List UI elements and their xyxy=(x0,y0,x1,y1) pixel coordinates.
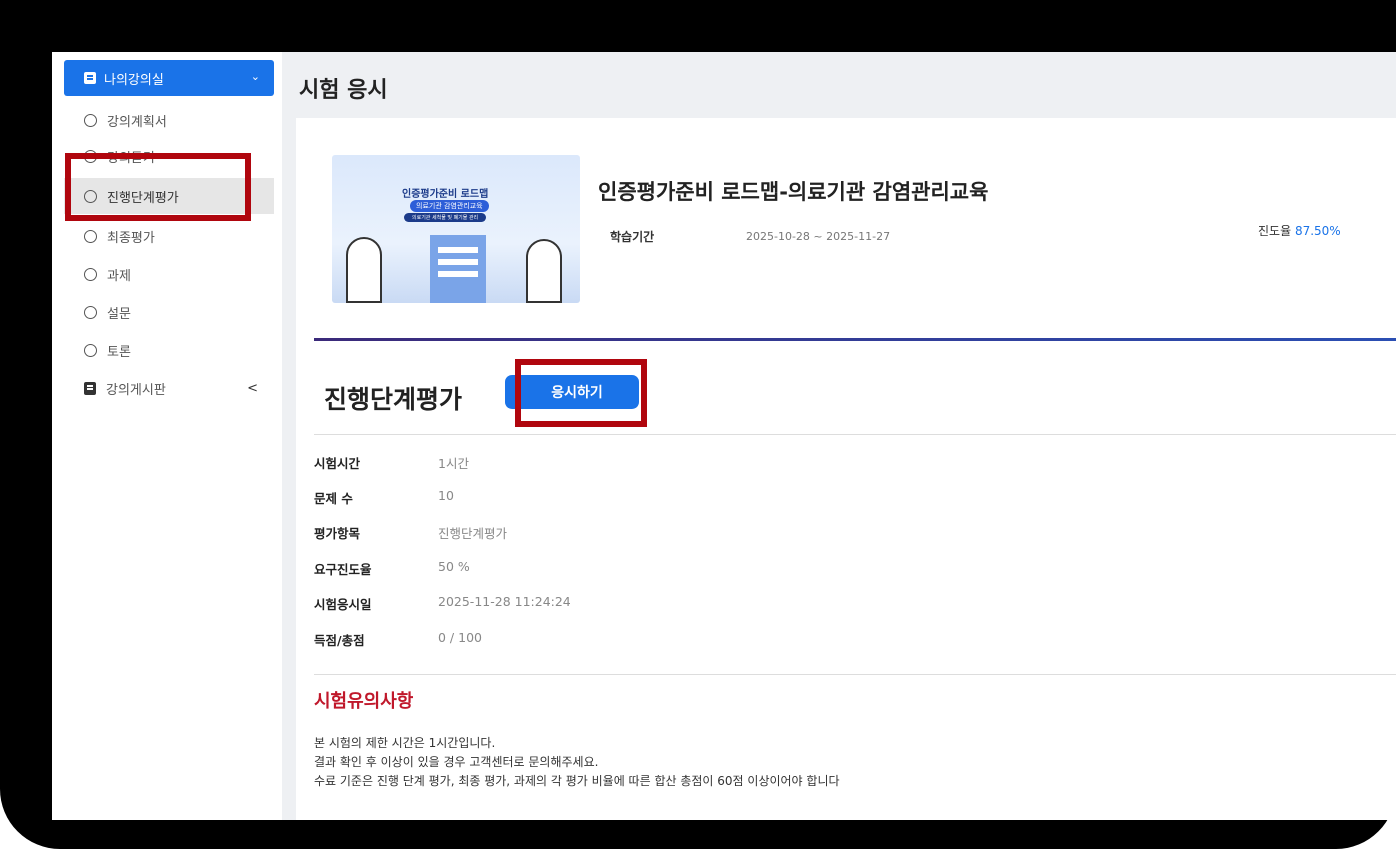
progress-value: 87.50% xyxy=(1294,224,1341,238)
screen: 나의강의실 ⌄ 강의계획서 강의듣기 진행단계평가 최종평가 과제 설문 토론 … xyxy=(52,52,1396,820)
thumbnail-subtitle: 의료기관 감염관리교육 xyxy=(410,200,489,212)
info-value: 2025-11-28 11:24:24 xyxy=(438,594,571,609)
main-panel: 인증평가준비 로드맵 의료기관 감염관리교육 의료기관 세척물 및 폐기물 관리… xyxy=(296,118,1396,820)
sidebar-item-discussion[interactable]: 토론 xyxy=(64,332,274,368)
sidebar-item-assignment[interactable]: 과제 xyxy=(64,256,274,292)
study-period-value: 2025-10-28 ~ 2025-11-27 xyxy=(746,230,891,243)
sidebar-item-survey[interactable]: 설문 xyxy=(64,294,274,330)
study-period-label: 학습기간 xyxy=(610,230,655,244)
sidebar-item-syllabus[interactable]: 강의계획서 xyxy=(64,102,274,138)
device-frame: 나의강의실 ⌄ 강의계획서 강의듣기 진행단계평가 최종평가 과제 설문 토론 … xyxy=(0,0,1396,849)
highlight-box-apply xyxy=(515,359,647,427)
info-key: 문제 수 xyxy=(314,491,353,506)
highlight-box-sidebar xyxy=(65,153,251,221)
course-thumbnail: 인증평가준비 로드맵 의료기관 감염관리교육 의료기관 세척물 및 폐기물 관리 xyxy=(332,155,580,303)
board-icon xyxy=(84,381,96,395)
sidebar-header-my-classroom[interactable]: 나의강의실 ⌄ xyxy=(64,60,274,96)
circle-icon xyxy=(84,305,97,319)
divider xyxy=(314,434,1396,435)
notice-title: 시험유의사항 xyxy=(314,691,414,712)
info-value: 50 % xyxy=(438,559,470,574)
info-row-exam-date: 시험응시일 2025-11-28 11:24:24 xyxy=(314,594,571,613)
sidebar-header-label: 나의강의실 xyxy=(104,72,164,88)
info-row-exam-time: 시험시간 1시간 xyxy=(314,453,469,472)
info-key: 요구진도율 xyxy=(314,562,372,577)
thumbnail-caption: 의료기관 세척물 및 폐기물 관리 xyxy=(404,213,487,222)
info-value: 0 / 100 xyxy=(438,630,482,645)
sidebar-item-label: 토론 xyxy=(107,344,131,360)
thumbnail-title: 인증평가준비 로드맵 xyxy=(402,189,489,200)
info-key: 득점/총점 xyxy=(314,633,365,648)
progress-rate: 진도율 87.50% xyxy=(1258,222,1341,239)
sidebar-item-board[interactable]: 강의게시판 < xyxy=(64,370,274,406)
info-row-required-progress: 요구진도율 50 % xyxy=(314,559,470,578)
sidebar-item-label: 강의게시판 xyxy=(106,382,166,398)
info-key: 평가항목 xyxy=(314,526,361,541)
info-row-score: 득점/총점 0 / 100 xyxy=(314,630,482,649)
notice-line: 수료 기준은 진행 단계 평가, 최종 평가, 과제의 각 평가 비율에 따른 … xyxy=(314,774,840,788)
doctor-illustration xyxy=(526,239,562,303)
sidebar-item-label: 설문 xyxy=(107,306,131,322)
info-key: 시험시간 xyxy=(314,456,361,471)
info-row-eval-item: 평가항목 진행단계평가 xyxy=(314,523,507,542)
notice-line: 결과 확인 후 이상이 있을 경우 고객센터로 문의해주세요. xyxy=(314,755,599,769)
section-divider xyxy=(314,338,1396,341)
sidebar-item-label: 최종평가 xyxy=(107,230,155,246)
circle-icon xyxy=(84,343,97,357)
hospital-illustration xyxy=(430,235,486,303)
info-row-question-count: 문제 수 10 xyxy=(314,488,454,507)
exam-title: 진행단계평가 xyxy=(324,385,463,414)
chevron-left-icon: < xyxy=(247,380,258,396)
book-icon xyxy=(84,72,96,84)
page-title: 시험 응시 xyxy=(299,78,388,103)
progress-label: 진도율 xyxy=(1258,224,1292,238)
sidebar-item-label: 강의계획서 xyxy=(107,114,167,130)
divider xyxy=(314,674,1396,675)
sidebar: 나의강의실 ⌄ 강의계획서 강의듣기 진행단계평가 최종평가 과제 설문 토론 … xyxy=(52,52,282,820)
circle-icon xyxy=(84,229,97,243)
course-title: 인증평가준비 로드맵-의료기관 감염관리교육 xyxy=(598,180,989,204)
info-key: 시험응시일 xyxy=(314,597,372,612)
chevron-down-icon: ⌄ xyxy=(250,70,260,83)
doctor-illustration xyxy=(346,237,382,303)
circle-icon xyxy=(84,113,97,127)
circle-icon xyxy=(84,267,97,281)
info-value: 10 xyxy=(438,488,454,503)
sidebar-item-label: 과제 xyxy=(107,268,131,284)
info-value: 1시간 xyxy=(438,456,469,471)
sidebar-item-final-eval[interactable]: 최종평가 xyxy=(64,218,274,254)
notice-line: 본 시험의 제한 시간은 1시간입니다. xyxy=(314,736,496,750)
info-value: 진행단계평가 xyxy=(438,526,508,541)
